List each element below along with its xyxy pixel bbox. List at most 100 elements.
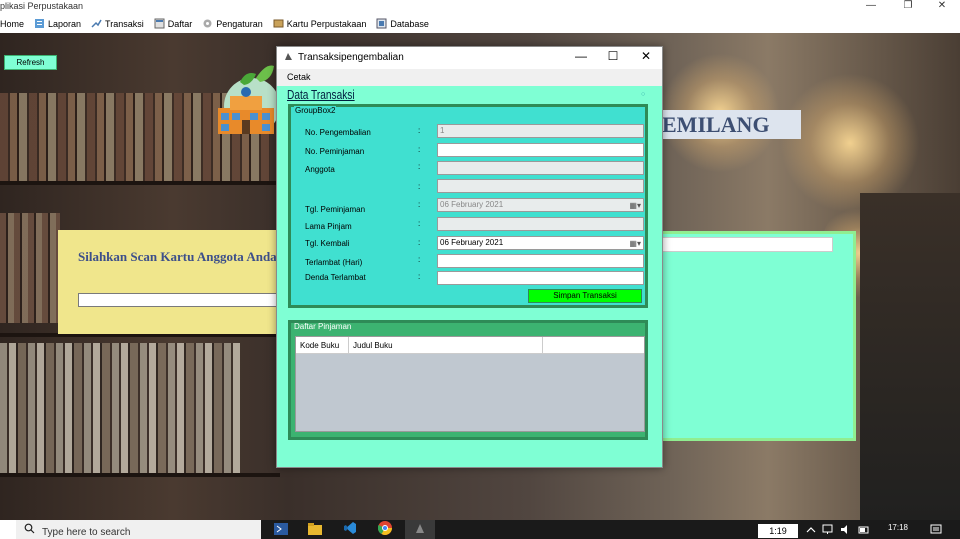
dialog-title: Transaksipengembalian [298,52,404,63]
settings-icon [202,18,213,29]
daftar-pinjaman-group: Daftar Pinjaman Kode Buku Judul Buku [288,320,648,440]
menu-transaksi[interactable]: Transaksi [91,14,144,33]
taskbar-search[interactable]: Type here to search [16,520,261,539]
volume-icon[interactable] [840,524,851,537]
label-anggota: Anggota [305,165,335,174]
grid-header: Kode Buku Judul Buku [296,337,644,354]
taskbar: Type here to search 1:19 17:18 [0,520,960,539]
close-button[interactable]: ✕ [932,0,952,11]
colon: : [418,272,421,281]
dialog-minimize-button[interactable]: — [570,49,592,63]
menu-laporan[interactable]: Laporan [34,14,81,33]
transaksi-pengembalian-dialog: Transaksipengembalian — ☐ ✕ Cetak Data T… [276,46,663,468]
tgl-peminjaman-value: 06 February 2021 [440,200,504,209]
search-icon [24,523,35,537]
start-button[interactable] [0,520,16,539]
app-title: plikasi Perpustakaan [0,1,84,11]
menu-database[interactable]: Database [376,14,429,33]
menu-daftar[interactable]: Daftar [154,14,193,33]
shelf [0,181,280,185]
report-icon [34,18,45,29]
active-app-icon[interactable] [405,520,435,539]
colon: : [418,162,421,171]
menu-pengaturan[interactable]: Pengaturan [202,14,263,33]
label-terlambat: Terlambat (Hari) [305,258,363,267]
label-denda-terlambat: Denda Terlambat [305,273,366,282]
menu-laporan-label: Laporan [48,18,82,29]
colon: : [418,182,421,191]
scan-panel: Silahkan Scan Kartu Anggota Anda [58,230,280,334]
brand-banner: EMILANG [655,110,801,139]
menu-kartu-perpustakaan[interactable]: Kartu Perpustakaan [273,14,367,33]
battery-icon[interactable] [858,524,870,537]
col-extra[interactable] [543,337,644,354]
school-logo [216,58,280,148]
groupbox2-title: GroupBox2 [294,106,337,115]
label-lama-pinjam: Lama Pinjam [305,222,352,231]
label-no-peminjaman: No. Peminjaman [305,147,365,156]
daftar-pinjaman-title: Daftar Pinjaman [294,322,352,331]
chrome-icon[interactable] [370,520,400,539]
chevron-up-icon[interactable] [806,525,816,537]
dialog-titlebar: Transaksipengembalian — ☐ ✕ [277,47,662,69]
menu-home-label: Home [0,18,25,29]
menu-kartu-label: Kartu Perpustakaan [286,18,367,29]
list-icon [154,18,165,29]
col-judul-buku[interactable]: Judul Buku [349,337,543,354]
notification-icon[interactable] [930,524,942,537]
dialog-header: Data Transaksi [287,87,355,102]
anggota-name-field[interactable] [437,179,644,193]
label-tgl-peminjaman: Tgl. Peminjaman [305,205,366,214]
colon: : [418,145,421,154]
colon: : [418,238,421,247]
colon: : [418,219,421,228]
card-icon [273,18,284,29]
right-panel [655,231,856,441]
no-pengembalian-field[interactable]: 1 [437,124,644,138]
anggota-id-field[interactable] [437,161,644,175]
restore-button[interactable]: ❐ [898,0,918,11]
simpan-transaksi-button[interactable]: Simpan Transaksi [528,289,642,303]
label-tgl-kembali: Tgl. Kembali [305,239,350,248]
menu-transaksi-label: Transaksi [105,18,144,29]
scan-input[interactable] [78,293,280,307]
books-row [0,343,240,473]
shelf-right [860,193,960,520]
daftar-pinjaman-grid[interactable]: Kode Buku Judul Buku [295,336,645,432]
app-titlebar: plikasi Perpustakaan — ❐ ✕ [0,0,960,14]
shelf [0,473,280,477]
tgl-peminjaman-picker[interactable]: 06 February 2021 ▦▾ [437,198,644,212]
menu-database-label: Database [390,18,429,29]
colon: : [418,200,421,209]
menu-bar: Home Laporan Transaksi Daftar Pengaturan… [0,14,960,33]
menu-home[interactable]: Home [0,14,24,33]
right-panel-input[interactable] [662,237,833,252]
menu-pengaturan-label: Pengaturan [216,18,263,29]
lama-pinjam-field[interactable] [437,217,644,231]
dialog-maximize-button[interactable]: ☐ [602,49,624,63]
file-explorer-icon[interactable] [300,520,330,539]
lamp-glow [780,73,920,213]
calendar-dropdown-icon[interactable]: ▦▾ [629,200,641,212]
denda-terlambat-field[interactable] [437,271,644,285]
minimize-button[interactable]: — [861,0,881,11]
database-icon [376,18,387,29]
tgl-kembali-picker[interactable]: 06 February 2021 ▦▾ [437,236,644,250]
tray-badge[interactable]: 1:19 [758,524,798,538]
transaction-icon [91,18,102,29]
no-peminjaman-field[interactable] [437,143,644,157]
col-kode-buku[interactable]: Kode Buku [296,337,349,354]
powershell-icon[interactable] [266,520,296,539]
network-icon[interactable] [822,524,833,537]
terlambat-field[interactable] [437,254,644,268]
colon: : [418,126,421,135]
app-icon [284,52,293,63]
vscode-icon[interactable] [335,520,365,539]
menu-daftar-label: Daftar [167,18,193,29]
calendar-dropdown-icon[interactable]: ▦▾ [629,238,641,250]
dialog-close-button[interactable]: ✕ [635,49,657,63]
label-no-pengembalian: No. Pengembalian [305,128,371,137]
menu-cetak[interactable]: Cetak [287,72,311,82]
clock-time[interactable]: 17:18 [880,523,916,532]
refresh-button[interactable]: Refresh [4,55,57,70]
